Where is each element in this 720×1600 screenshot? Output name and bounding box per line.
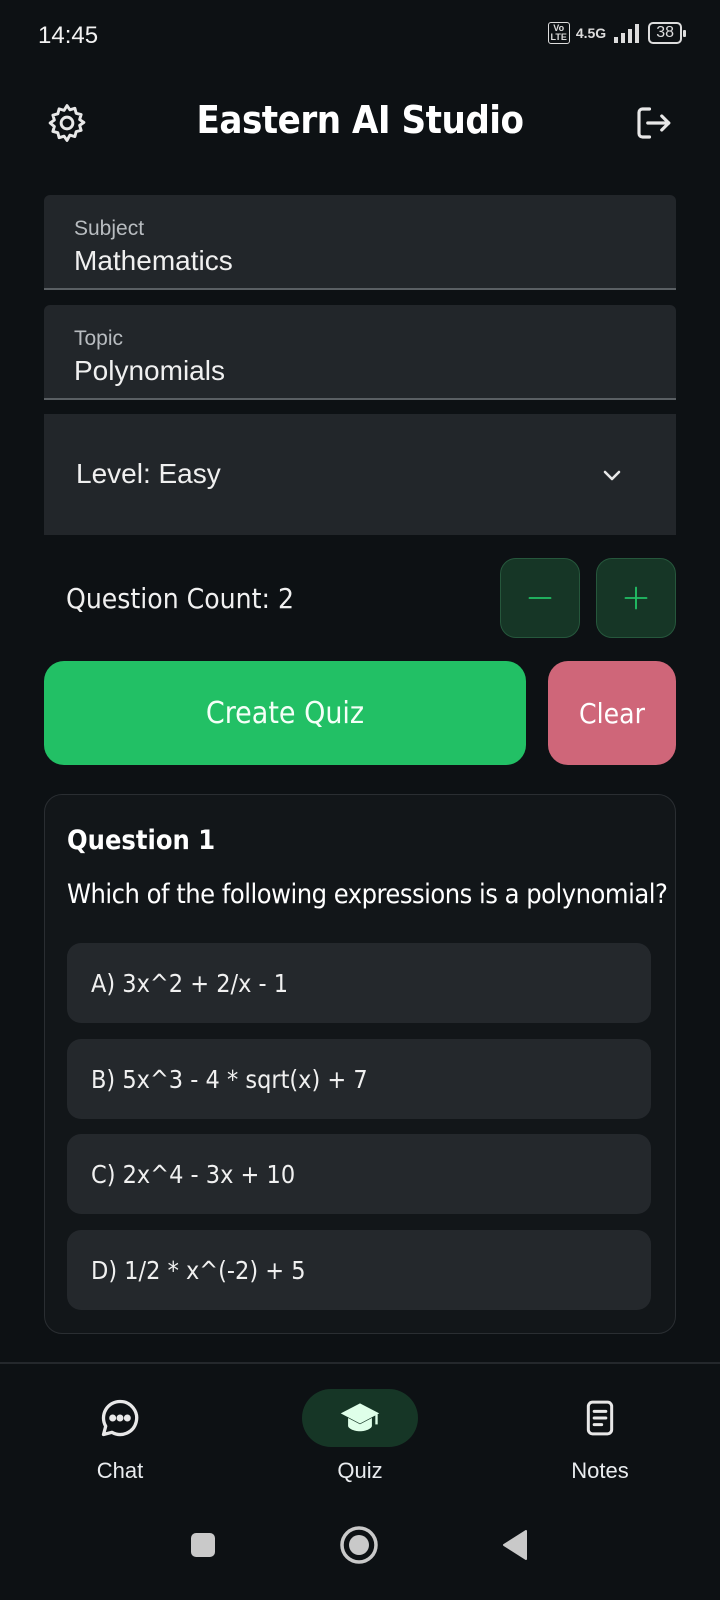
volte-icon: Vo LTE xyxy=(547,22,570,44)
level-dropdown[interactable]: Level: Easy xyxy=(44,414,676,535)
network-type: 4.5G xyxy=(575,25,607,41)
question-card: Question 1 Which of the following expres… xyxy=(44,794,676,1334)
question-count-label: Question Count: 2 xyxy=(66,582,294,615)
topic-value[interactable]: Polynomials xyxy=(74,355,225,387)
chevron-down-icon xyxy=(603,470,621,481)
back-button[interactable] xyxy=(500,1528,530,1567)
minus-icon xyxy=(528,597,552,599)
decrease-count-button[interactable] xyxy=(500,558,580,638)
plus-icon xyxy=(624,586,648,610)
option-c[interactable]: C) 2x^4 - 3x + 10 xyxy=(67,1134,651,1214)
back-triangle-icon xyxy=(503,1530,527,1560)
option-b[interactable]: B) 5x^3 - 4 * sqrt(x) + 7 xyxy=(67,1039,651,1119)
nav-quiz[interactable]: Quiz xyxy=(240,1388,480,1484)
subject-field[interactable]: Subject Mathematics xyxy=(44,195,676,290)
level-value: Level: Easy xyxy=(76,458,221,489)
graduation-cap-icon xyxy=(340,1403,380,1432)
nav-active-indicator xyxy=(302,1389,418,1447)
question-text: Which of the following expressions is a … xyxy=(67,879,668,910)
signal-icon xyxy=(614,24,640,43)
notes-icon xyxy=(586,1400,614,1436)
logout-icon xyxy=(637,107,671,139)
increase-count-button[interactable] xyxy=(596,558,676,638)
subject-label: Subject xyxy=(74,217,145,240)
topic-field[interactable]: Topic Polynomials xyxy=(44,305,676,400)
option-a[interactable]: A) 3x^2 + 2/x - 1 xyxy=(67,943,651,1023)
nav-chat[interactable]: Chat xyxy=(0,1388,240,1484)
nav-divider xyxy=(0,1362,720,1364)
logout-button[interactable] xyxy=(628,98,678,148)
option-d[interactable]: D) 1/2 * x^(-2) + 5 xyxy=(67,1230,651,1310)
home-circle-icon xyxy=(340,1526,378,1564)
status-time: 14:45 xyxy=(38,22,99,49)
battery-icon: 38 xyxy=(648,22,686,44)
question-number: Question 1 xyxy=(67,825,216,856)
app-title: Eastern AI Studio xyxy=(196,98,524,142)
nav-chat-label: Chat xyxy=(96,1458,144,1483)
nav-notes-label: Notes xyxy=(571,1458,629,1483)
nav-notes[interactable]: Notes xyxy=(480,1388,720,1484)
topic-label: Topic xyxy=(74,327,124,350)
subject-value[interactable]: Mathematics xyxy=(74,245,233,277)
recents-button[interactable] xyxy=(188,1530,218,1565)
clear-button[interactable]: Clear xyxy=(548,661,676,765)
square-icon xyxy=(191,1533,215,1557)
create-quiz-button[interactable]: Create Quiz xyxy=(44,661,526,765)
nav-quiz-label: Quiz xyxy=(337,1458,383,1483)
chat-bubble-icon xyxy=(101,1399,139,1437)
home-button[interactable] xyxy=(339,1525,379,1570)
status-icons: Vo LTE 4.5G 38 xyxy=(547,22,686,44)
